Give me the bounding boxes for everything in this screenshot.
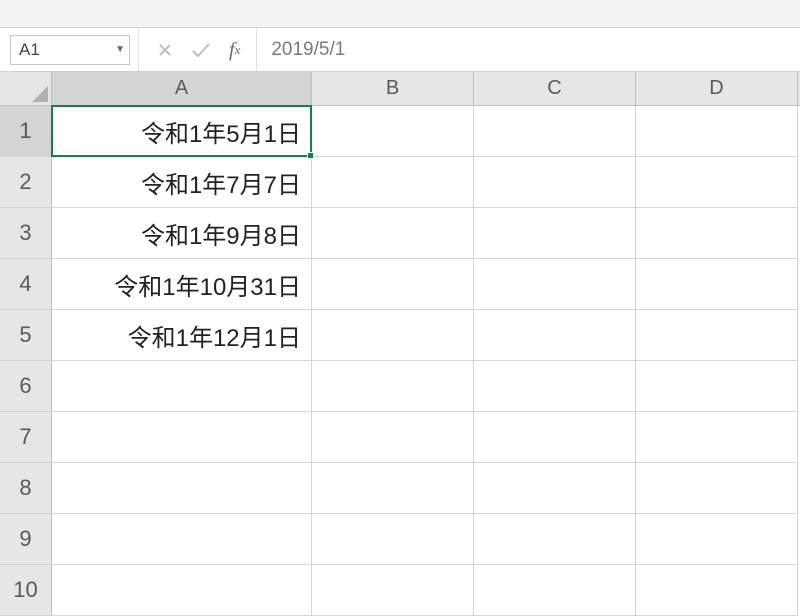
cell[interactable] bbox=[636, 310, 798, 361]
formula-value: 2019/5/1 bbox=[271, 39, 345, 61]
name-box-container: A1 ▼ bbox=[0, 28, 139, 71]
table-row bbox=[52, 361, 798, 412]
cell[interactable] bbox=[474, 259, 636, 310]
cell[interactable] bbox=[474, 514, 636, 565]
spreadsheet-grid: ABCD 12345678910 令和1年5月1日令和1年7月7日令和1年9月8… bbox=[0, 72, 800, 616]
cell[interactable] bbox=[312, 157, 474, 208]
cell[interactable] bbox=[636, 514, 798, 565]
table-row: 令和1年7月7日 bbox=[52, 157, 798, 208]
cell[interactable] bbox=[636, 412, 798, 463]
cell[interactable] bbox=[52, 463, 312, 514]
cell[interactable] bbox=[636, 208, 798, 259]
row-header-6[interactable]: 6 bbox=[0, 361, 52, 412]
fx-icon[interactable]: fx bbox=[229, 40, 240, 60]
table-row bbox=[52, 463, 798, 514]
cell[interactable] bbox=[474, 157, 636, 208]
cell[interactable] bbox=[312, 463, 474, 514]
grid-body: 12345678910 令和1年5月1日令和1年7月7日令和1年9月8日令和1年… bbox=[0, 106, 800, 616]
cell[interactable] bbox=[312, 259, 474, 310]
row-header-2[interactable]: 2 bbox=[0, 157, 52, 208]
column-header-D[interactable]: D bbox=[636, 72, 798, 105]
cell[interactable] bbox=[474, 565, 636, 616]
row-header-8[interactable]: 8 bbox=[0, 463, 52, 514]
row-header-7[interactable]: 7 bbox=[0, 412, 52, 463]
formula-bar: A1 ▼ fx 2019/5/1 bbox=[0, 28, 800, 72]
cell[interactable] bbox=[636, 565, 798, 616]
table-row: 令和1年12月1日 bbox=[52, 310, 798, 361]
cell[interactable] bbox=[52, 412, 312, 463]
cell[interactable] bbox=[312, 412, 474, 463]
table-row bbox=[52, 565, 798, 616]
name-box-value: A1 bbox=[19, 40, 40, 60]
cell[interactable] bbox=[636, 463, 798, 514]
table-row: 令和1年10月31日 bbox=[52, 259, 798, 310]
column-header-B[interactable]: B bbox=[312, 72, 474, 105]
cell[interactable] bbox=[52, 361, 312, 412]
row-header-10[interactable]: 10 bbox=[0, 565, 52, 616]
cell[interactable] bbox=[312, 514, 474, 565]
select-all-corner[interactable] bbox=[0, 72, 52, 106]
cell[interactable]: 令和1年12月1日 bbox=[52, 310, 312, 361]
cell[interactable] bbox=[52, 514, 312, 565]
row-header-4[interactable]: 4 bbox=[0, 259, 52, 310]
cell[interactable] bbox=[312, 106, 474, 157]
cells-area[interactable]: 令和1年5月1日令和1年7月7日令和1年9月8日令和1年10月31日令和1年12… bbox=[52, 106, 798, 616]
cell[interactable]: 令和1年7月7日 bbox=[52, 157, 312, 208]
row-header-3[interactable]: 3 bbox=[0, 208, 52, 259]
dropdown-icon[interactable]: ▼ bbox=[115, 44, 125, 55]
column-headers-row: ABCD bbox=[0, 72, 800, 106]
cancel-icon[interactable] bbox=[157, 42, 173, 58]
cell[interactable] bbox=[52, 565, 312, 616]
cell[interactable] bbox=[636, 361, 798, 412]
cell[interactable] bbox=[636, 259, 798, 310]
cell[interactable]: 令和1年9月8日 bbox=[52, 208, 312, 259]
row-header-1[interactable]: 1 bbox=[0, 106, 52, 157]
cell[interactable] bbox=[312, 310, 474, 361]
row-headers-col: 12345678910 bbox=[0, 106, 52, 616]
table-row: 令和1年9月8日 bbox=[52, 208, 798, 259]
cell[interactable] bbox=[312, 361, 474, 412]
cell[interactable]: 令和1年5月1日 bbox=[52, 106, 312, 157]
column-header-A[interactable]: A bbox=[52, 72, 312, 105]
table-row bbox=[52, 412, 798, 463]
enter-icon[interactable] bbox=[191, 42, 211, 58]
cell[interactable] bbox=[312, 208, 474, 259]
column-header-C[interactable]: C bbox=[474, 72, 636, 105]
name-box[interactable]: A1 ▼ bbox=[10, 35, 130, 65]
table-row bbox=[52, 514, 798, 565]
cell[interactable] bbox=[636, 106, 798, 157]
table-row: 令和1年5月1日 bbox=[52, 106, 798, 157]
cell[interactable] bbox=[474, 361, 636, 412]
formula-controls: fx bbox=[139, 28, 257, 71]
cell[interactable] bbox=[474, 208, 636, 259]
cell[interactable] bbox=[474, 412, 636, 463]
formula-input[interactable]: 2019/5/1 bbox=[257, 28, 800, 71]
cell[interactable] bbox=[474, 106, 636, 157]
cell[interactable] bbox=[312, 565, 474, 616]
ribbon-placeholder bbox=[0, 0, 800, 28]
cell[interactable] bbox=[474, 463, 636, 514]
cell[interactable] bbox=[636, 157, 798, 208]
cell[interactable]: 令和1年10月31日 bbox=[52, 259, 312, 310]
row-header-5[interactable]: 5 bbox=[0, 310, 52, 361]
row-header-9[interactable]: 9 bbox=[0, 514, 52, 565]
cell[interactable] bbox=[474, 310, 636, 361]
